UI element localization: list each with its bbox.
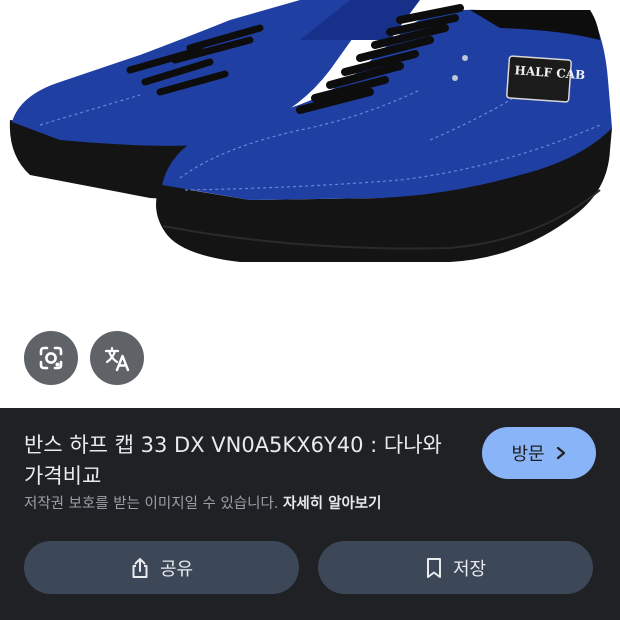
image-viewer: HALF CAB bbox=[0, 0, 620, 408]
translate-button[interactable] bbox=[90, 331, 144, 385]
result-title[interactable]: 반스 하프 캡 33 DX VN0A5KX6Y40 : 다나와 가격비교 bbox=[24, 430, 464, 492]
result-info-panel: 반스 하프 캡 33 DX VN0A5KX6Y40 : 다나와 가격비교 방문 … bbox=[0, 408, 620, 620]
bookmark-icon bbox=[426, 557, 441, 578]
translate-icon bbox=[104, 346, 130, 372]
visit-button-label: 방문 bbox=[511, 444, 545, 465]
google-lens-button[interactable] bbox=[24, 331, 78, 385]
visit-button[interactable]: 방문 bbox=[482, 427, 596, 479]
save-button[interactable]: 저장 bbox=[318, 541, 593, 594]
copyright-notice: 저작권 보호를 받는 이미지일 수 있습니다. 자세히 알아보기 bbox=[24, 492, 381, 513]
shoe-product-image: HALF CAB bbox=[9, 0, 612, 262]
google-lens-icon bbox=[39, 346, 63, 370]
share-button[interactable]: 공유 bbox=[24, 541, 299, 594]
chevron-right-icon bbox=[556, 446, 565, 460]
share-icon bbox=[132, 557, 148, 578]
learn-more-link[interactable]: 자세히 알아보기 bbox=[283, 496, 381, 512]
save-label: 저장 bbox=[452, 558, 487, 580]
share-label: 공유 bbox=[159, 558, 194, 580]
copyright-text: 저작권 보호를 받는 이미지일 수 있습니다. bbox=[24, 496, 279, 512]
